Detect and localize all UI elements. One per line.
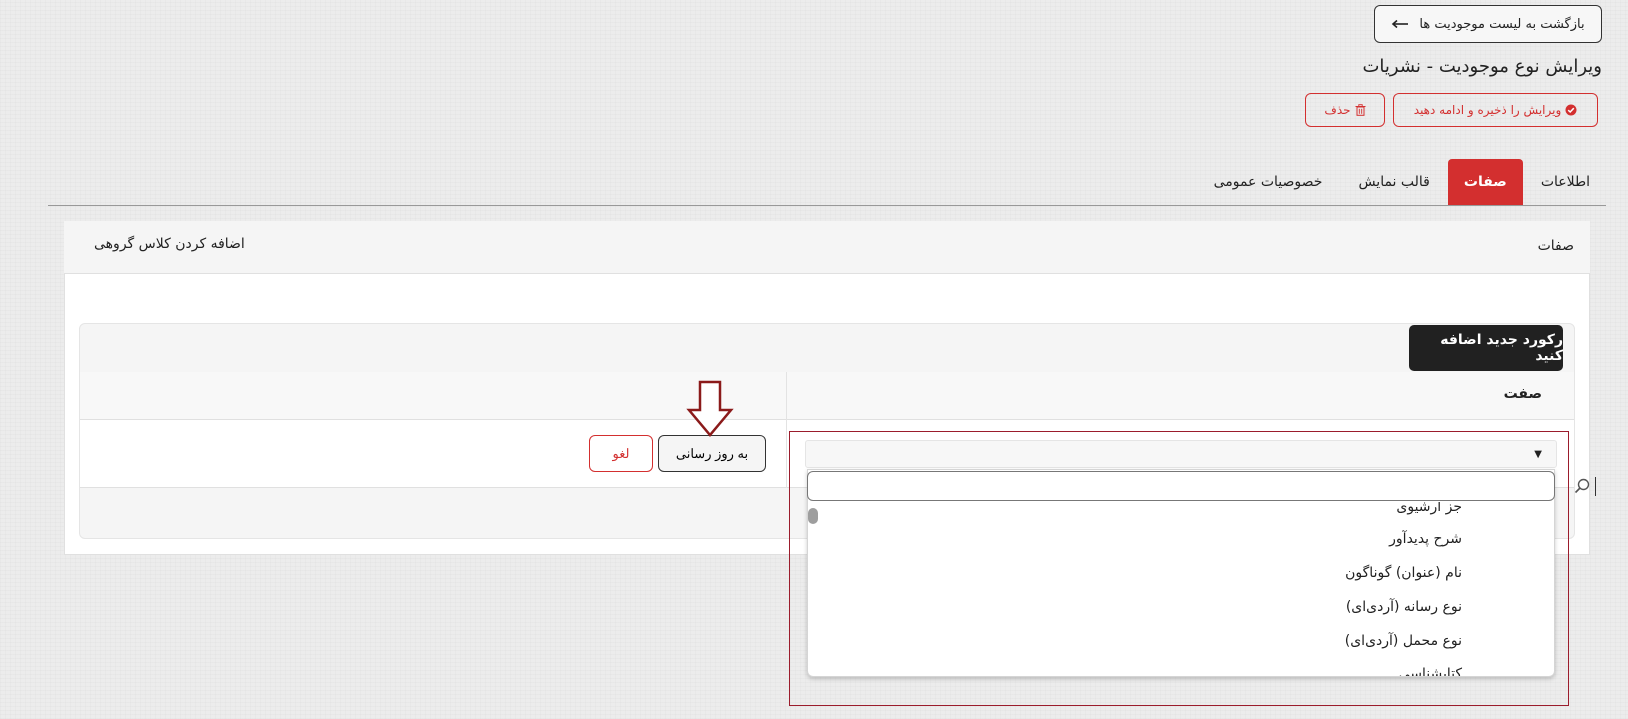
trash-icon — [1355, 104, 1366, 116]
cancel-button[interactable]: لغو — [589, 435, 653, 472]
panel-header — [64, 221, 1590, 274]
dropdown-scrollbar-thumb[interactable] — [808, 508, 818, 524]
back-label: بازگشت به لیست موجودیت ها — [1419, 16, 1585, 32]
delete-button[interactable]: حذف — [1305, 93, 1385, 127]
tab-display-template[interactable]: قالب نمایش — [1340, 159, 1447, 205]
table-header — [80, 372, 1574, 420]
tab-attributes[interactable]: صفات — [1447, 159, 1523, 205]
add-group-class-link[interactable]: اضافه کردن کلاس گروهی — [94, 236, 245, 252]
text-cursor — [1595, 477, 1596, 496]
tab-info[interactable]: اطلاعات — [1523, 159, 1608, 205]
column-divider — [786, 372, 787, 488]
dropdown-option[interactable]: جز آرشیوی — [1396, 502, 1462, 515]
tab-bar: اطلاعات صفات قالب نمایش خصوصیات عمومی — [1196, 159, 1608, 205]
dropdown-option[interactable]: نوع رسانه (آردی‌ای) — [1346, 599, 1462, 615]
delete-label: حذف — [1324, 103, 1351, 117]
update-button[interactable]: به روز رسانی — [658, 435, 766, 472]
tab-divider — [48, 205, 1606, 206]
save-and-continue-label: ویرایش را ذخیره و ادامه دهید — [1413, 103, 1562, 117]
back-to-entity-list-button[interactable]: بازگشت به لیست موجودیت ها — [1374, 5, 1602, 43]
dropdown-option[interactable]: کتابشناسی — [1399, 666, 1462, 676]
page-title: ویرایش نوع موجودیت - نشریات — [1362, 56, 1602, 77]
caret-down-icon: ▼ — [1534, 448, 1542, 460]
dropdown-search-box — [807, 471, 1555, 501]
attribute-select[interactable]: ▼ — [805, 440, 1557, 468]
dropdown-option[interactable]: نام (عنوان) گوناگون — [1345, 565, 1462, 581]
dropdown-option[interactable]: شرح پدیدآور — [1389, 531, 1462, 547]
arrow-left-icon — [1392, 19, 1409, 29]
add-new-record-button[interactable]: رکورد جدید اضافه کنید — [1409, 325, 1563, 371]
panel-title: صفات — [1537, 238, 1574, 254]
dropdown-search-input[interactable] — [816, 475, 1520, 499]
dropdown-options: جز آرشیوی شرح پدیدآور نام (عنوان) گوناگو… — [808, 502, 1546, 676]
search-icon — [1574, 478, 1590, 494]
tab-general-properties[interactable]: خصوصیات عمومی — [1196, 159, 1341, 205]
column-header-attribute: صفت — [1503, 386, 1542, 402]
dropdown-option[interactable]: نوع محمل (آردی‌ای) — [1345, 633, 1462, 649]
check-circle-icon — [1565, 104, 1577, 116]
save-and-continue-button[interactable]: ویرایش را ذخیره و ادامه دهید — [1393, 93, 1598, 127]
annotation-arrow-down-icon — [686, 380, 734, 437]
